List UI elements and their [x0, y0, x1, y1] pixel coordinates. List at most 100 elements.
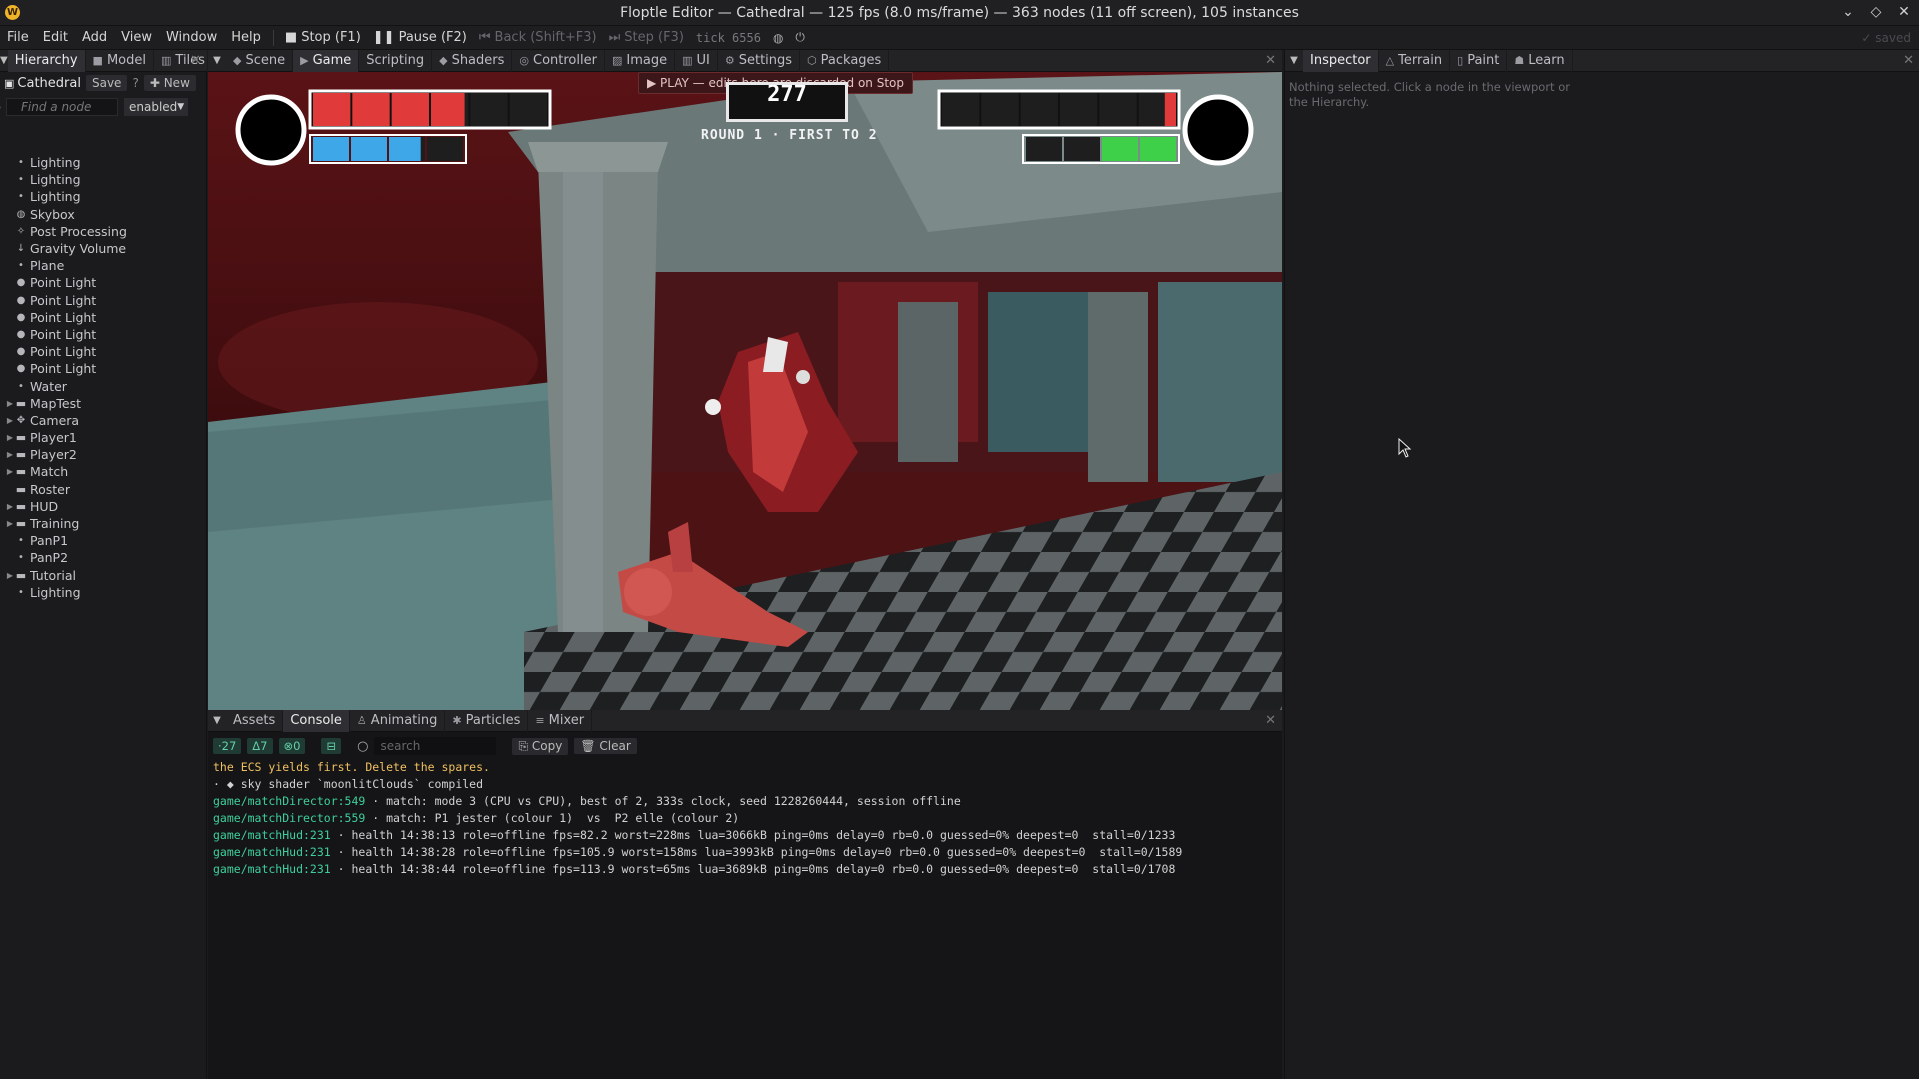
hierarchy-node[interactable]: ● Point Light	[0, 309, 207, 326]
close-bottom-icon[interactable]: ✕	[1265, 713, 1276, 728]
power-icon[interactable]: ⏻	[789, 30, 811, 45]
tab-particles[interactable]: ✱ Particles	[445, 709, 529, 732]
hierarchy-node[interactable]: • Plane	[0, 257, 207, 274]
tab-scripting[interactable]: Scripting	[359, 49, 433, 72]
expand-arrow-icon[interactable]: ▶	[5, 399, 15, 408]
log-line[interactable]: game/matchHud:231 · health 14:38:44 role…	[213, 861, 1273, 878]
tab-learn[interactable]: ☗ Learn	[1507, 49, 1573, 72]
back-button[interactable]: ⏮ Back (Shift+F3)	[473, 30, 603, 45]
collapse-icon[interactable]: ▼	[0, 55, 8, 66]
hierarchy-node[interactable]: • Lighting	[0, 154, 207, 171]
globe-icon[interactable]: ◍	[767, 31, 789, 45]
tab-controller[interactable]: ◎ Controller	[512, 49, 605, 72]
menu-window[interactable]: Window	[159, 30, 224, 45]
hierarchy-node[interactable]: ▶ ✥ Camera	[0, 412, 207, 429]
log-line[interactable]: game/matchDirector:549 · match: mode 3 (…	[213, 793, 1273, 810]
log-source-link[interactable]: game/matchHud:231	[213, 862, 331, 876]
tab-game[interactable]: ▶ Game	[293, 49, 360, 72]
tab-hierarchy[interactable]: Hierarchy	[7, 49, 86, 72]
copy-button[interactable]: ⎘ Copy	[512, 737, 569, 755]
pause-button[interactable]: ❚❚ Pause (F2)	[367, 30, 473, 45]
tab-terrain[interactable]: △ Terrain	[1379, 49, 1451, 72]
log-line[interactable]: the ECS yields first. Delete the spares.	[213, 759, 1273, 776]
hierarchy-node[interactable]: • Lighting	[0, 188, 207, 205]
hierarchy-node[interactable]: ▬ Roster	[0, 481, 207, 498]
hierarchy-node[interactable]: ↓ Gravity Volume	[0, 240, 207, 257]
close-viewport-icon[interactable]: ✕	[1265, 53, 1276, 68]
expand-arrow-icon[interactable]: ▶	[5, 467, 15, 476]
log-source-link[interactable]: game/matchDirector:549	[213, 794, 365, 808]
error-count-badge[interactable]: ⊗0	[278, 738, 306, 754]
filter-circle-icon[interactable]: ○	[357, 739, 368, 754]
collapse-icon[interactable]: ▼	[208, 715, 226, 726]
stop-button[interactable]: ■ Stop (F1)	[279, 30, 367, 45]
find-node-input[interactable]: ⌕ Find a node	[0, 98, 118, 116]
hierarchy-node[interactable]: • Lighting	[0, 171, 207, 188]
log-source-link[interactable]: game/matchDirector:559	[213, 811, 365, 825]
minimize-icon[interactable]: ⌄	[1841, 4, 1855, 20]
close-panel-icon[interactable]: ✕	[190, 53, 201, 68]
log-line[interactable]: game/matchHud:231 · health 14:38:28 role…	[213, 844, 1273, 861]
hierarchy-node[interactable]: ● Point Light	[0, 360, 207, 377]
hierarchy-node[interactable]: ● Point Light	[0, 343, 207, 360]
hierarchy-node[interactable]: • Water	[0, 377, 207, 394]
tab-paint[interactable]: ▯ Paint	[1450, 49, 1508, 72]
hierarchy-node[interactable]: • PanP2	[0, 549, 207, 566]
filter-dropdown[interactable]: enabled ▼	[124, 98, 188, 116]
step-button[interactable]: ⏭ Step (F3)	[603, 30, 690, 45]
log-source-link[interactable]: game/matchHud:231	[213, 845, 331, 859]
warning-count-badge[interactable]: Δ7	[247, 738, 273, 754]
expand-arrow-icon[interactable]: ▶	[5, 502, 15, 511]
clear-button[interactable]: 🗑 Clear	[574, 738, 637, 754]
hierarchy-node[interactable]: • Lighting	[0, 584, 207, 601]
hierarchy-node[interactable]: ▶ ▬ Match	[0, 463, 207, 480]
menu-edit[interactable]: Edit	[36, 30, 75, 45]
scene-name[interactable]: ▣ Cathedral	[4, 76, 81, 91]
tab-model[interactable]: ■ Model	[86, 49, 154, 72]
hierarchy-node[interactable]: ▶ ▬ MapTest	[0, 395, 207, 412]
tab-scene[interactable]: ◆ Scene	[226, 49, 294, 72]
expand-arrow-icon[interactable]: ▶	[5, 571, 15, 580]
hierarchy-node[interactable]: ● Point Light	[0, 274, 207, 291]
hierarchy-node[interactable]: ▶ ▬ Player2	[0, 446, 207, 463]
console-search-input[interactable]: search	[374, 737, 497, 755]
log-line[interactable]: game/matchDirector:559 · match: P1 jeste…	[213, 810, 1273, 827]
hierarchy-node[interactable]: ▶ ▬ Tutorial	[0, 567, 207, 584]
tab-inspector[interactable]: Inspector	[1303, 49, 1379, 72]
save-button[interactable]: Save	[85, 75, 128, 91]
hierarchy-node[interactable]: ▶ ▬ Training	[0, 515, 207, 532]
hierarchy-node[interactable]: ◍ Skybox	[0, 206, 207, 223]
hierarchy-node[interactable]: ▶ ▬ Player1	[0, 429, 207, 446]
log-line[interactable]: · ◆ sky shader `moonlitClouds` compiled	[213, 776, 1273, 793]
tab-settings[interactable]: ⚙ Settings	[718, 49, 801, 72]
game-viewport[interactable]: ▶ PLAY — edits here are discarded on Sto…	[208, 72, 1282, 710]
collapse-duplicates-icon[interactable]: ⊟	[321, 738, 342, 754]
tab-tiles[interactable]: ▥ Tiles	[154, 49, 213, 72]
collapse-icon[interactable]: ▼	[208, 55, 226, 66]
maximize-icon[interactable]: ◇	[1869, 4, 1883, 20]
hierarchy-node[interactable]: ● Point Light	[0, 292, 207, 309]
tab-image[interactable]: ▨ Image	[605, 49, 676, 72]
log-line[interactable]: game/matchHud:231 · health 14:38:13 role…	[213, 827, 1273, 844]
hierarchy-node[interactable]: ✧ Post Processing	[0, 223, 207, 240]
close-inspector-icon[interactable]: ✕	[1903, 53, 1914, 68]
tab-assets[interactable]: Assets	[226, 709, 284, 732]
menu-help[interactable]: Help	[224, 30, 268, 45]
expand-arrow-icon[interactable]: ▶	[5, 416, 15, 425]
hierarchy-node[interactable]: ▶ ▬ HUD	[0, 498, 207, 515]
menu-view[interactable]: View	[114, 30, 159, 45]
info-count-badge[interactable]: ·27	[213, 738, 242, 754]
tab-ui[interactable]: ▥ UI	[675, 49, 718, 72]
collapse-icon[interactable]: ▼	[1285, 55, 1303, 66]
expand-arrow-icon[interactable]: ▶	[5, 450, 15, 459]
tab-mixer[interactable]: ≡ Mixer	[528, 709, 593, 732]
expand-arrow-icon[interactable]: ▶	[5, 519, 15, 528]
log-source-link[interactable]: game/matchHud:231	[213, 828, 331, 842]
new-node-button[interactable]: ✚ New	[143, 75, 196, 91]
hierarchy-node[interactable]: • PanP1	[0, 532, 207, 549]
tab-packages[interactable]: ⬡ Packages	[800, 49, 890, 72]
hierarchy-node[interactable]: ● Point Light	[0, 326, 207, 343]
expand-arrow-icon[interactable]: ▶	[5, 433, 15, 442]
help-button[interactable]: ?	[132, 76, 138, 90]
tab-animating[interactable]: ♙ Animating	[350, 709, 446, 732]
